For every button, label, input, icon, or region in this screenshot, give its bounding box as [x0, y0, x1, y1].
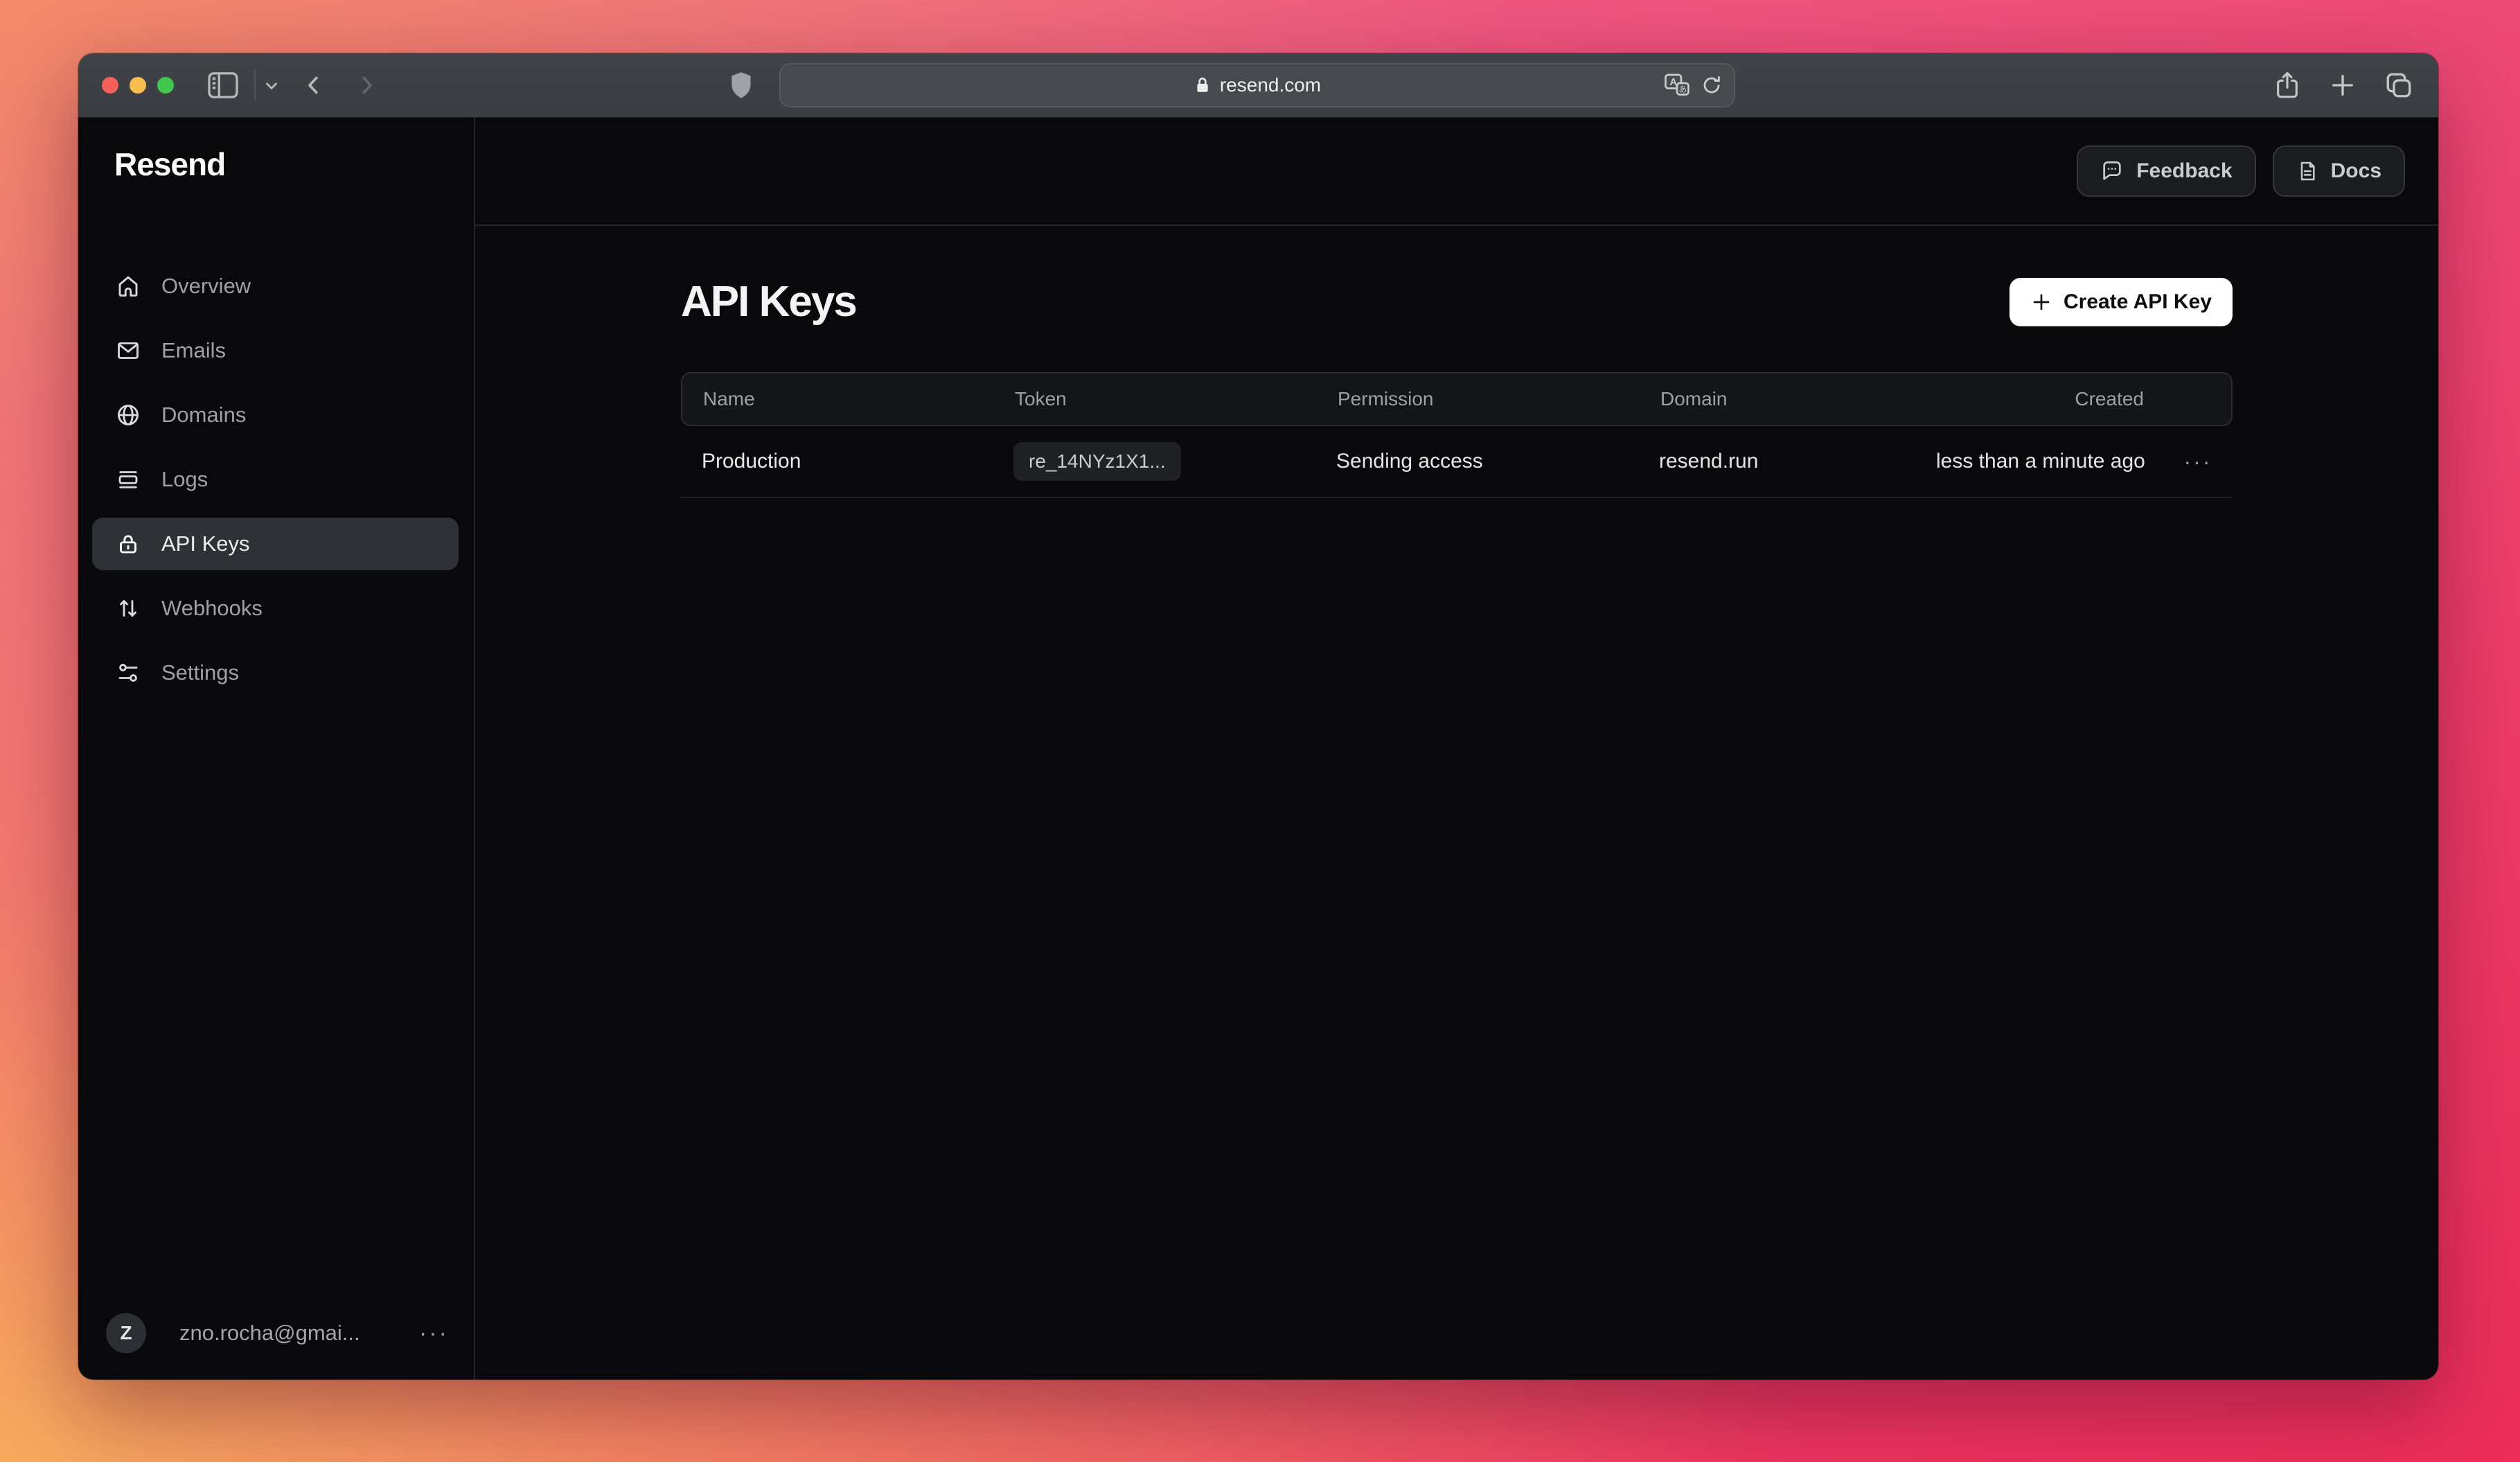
sidebar-nav: Overview Emails: [92, 260, 459, 711]
browser-toolbar: resend.com A あ: [78, 53, 2438, 118]
logs-icon: [116, 467, 141, 492]
sidebar-item-label: Webhooks: [161, 596, 263, 621]
user-email: zno.rocha@gmai...: [179, 1321, 360, 1346]
sidebar-item-label: Emails: [161, 338, 226, 363]
back-icon[interactable]: [301, 73, 326, 98]
cell-domain: resend.run: [1638, 450, 1936, 473]
safari-window: resend.com A あ: [78, 53, 2438, 1380]
address-bar-icons: A あ: [1663, 64, 1723, 106]
page-header: Feedback Docs: [475, 118, 2438, 226]
new-tab-icon[interactable]: [2329, 71, 2357, 99]
sliders-icon: [116, 660, 141, 685]
sidebar-item-settings[interactable]: Settings: [92, 646, 459, 699]
avatar: Z: [106, 1313, 146, 1353]
user-menu-ellipsis-icon[interactable]: ···: [419, 1320, 449, 1347]
sidebar-item-overview[interactable]: Overview: [92, 260, 459, 312]
user-account-row[interactable]: Z zno.rocha@gmai... ···: [106, 1313, 449, 1353]
column-header-created: Created: [1937, 388, 2165, 410]
zoom-window-button[interactable]: [157, 77, 174, 94]
toolbar-right-icons: [2273, 53, 2413, 117]
row-menu-ellipsis-icon[interactable]: ···: [2163, 449, 2233, 475]
sidebar-item-label: Overview: [161, 274, 251, 299]
cell-token: re_14NYz1X1...: [993, 442, 1315, 481]
speech-bubble-icon: [2100, 159, 2124, 183]
sidebar: Resend Overview: [78, 118, 475, 1380]
sidebar-item-logs[interactable]: Logs: [92, 453, 459, 506]
docs-button[interactable]: Docs: [2273, 146, 2405, 197]
page-title: API Keys: [681, 277, 856, 326]
page-content: API Keys Create API Key Name Token Permi…: [681, 226, 2233, 498]
sidebar-item-label: Logs: [161, 467, 208, 492]
sidebar-item-webhooks[interactable]: Webhooks: [92, 582, 459, 635]
mail-icon: [116, 338, 141, 363]
cell-name: Production: [681, 450, 993, 473]
sidebar-item-api-keys[interactable]: API Keys: [92, 518, 459, 570]
minimize-window-button[interactable]: [130, 77, 146, 94]
sidebar-item-label: Domains: [161, 403, 246, 428]
feedback-button[interactable]: Feedback: [2077, 146, 2255, 197]
title-row: API Keys Create API Key: [681, 277, 2233, 326]
api-keys-table: Name Token Permission Domain Created Pro…: [681, 372, 2233, 498]
privacy-shield-icon[interactable]: [729, 71, 753, 100]
avatar-initial: Z: [120, 1322, 132, 1344]
lock-icon: [1194, 76, 1212, 94]
table-row: Production re_14NYz1X1... Sending access…: [681, 426, 2233, 498]
token-chip[interactable]: re_14NYz1X1...: [1013, 442, 1181, 481]
sidebar-item-emails[interactable]: Emails: [92, 324, 459, 377]
docs-button-label: Docs: [2331, 159, 2381, 183]
feedback-button-label: Feedback: [2136, 159, 2232, 183]
resend-app: Resend Overview: [78, 118, 2438, 1380]
lock-icon: [116, 531, 141, 556]
sidebar-item-domains[interactable]: Domains: [92, 389, 459, 441]
home-icon: [116, 274, 141, 299]
chevron-down-icon[interactable]: [263, 76, 281, 94]
main-area: Feedback Docs API Keys: [475, 118, 2438, 1380]
window-controls: [102, 77, 174, 94]
translate-icon[interactable]: A あ: [1663, 73, 1691, 98]
url-text: resend.com: [1220, 74, 1321, 96]
create-api-key-button[interactable]: Create API Key: [2009, 278, 2233, 326]
close-window-button[interactable]: [102, 77, 118, 94]
cell-permission: Sending access: [1315, 450, 1638, 473]
globe-icon: [116, 403, 141, 428]
resend-logo: Resend: [114, 146, 474, 183]
sidebar-item-label: Settings: [161, 660, 239, 685]
table-header: Name Token Permission Domain Created: [681, 372, 2233, 426]
share-icon[interactable]: [2273, 70, 2301, 100]
tab-overview-icon[interactable]: [2384, 71, 2413, 100]
plus-icon: [2030, 291, 2052, 313]
column-header-token: Token: [994, 388, 1317, 410]
column-header-name: Name: [682, 388, 994, 410]
address-bar[interactable]: resend.com A あ: [779, 63, 1735, 107]
sidebar-item-label: API Keys: [161, 531, 250, 556]
arrows-up-down-icon: [116, 596, 141, 621]
cell-created: less than a minute ago: [1936, 450, 2163, 473]
column-header-domain: Domain: [1640, 388, 1937, 410]
forward-icon[interactable]: [354, 73, 379, 98]
create-api-key-label: Create API Key: [2064, 290, 2212, 314]
column-header-permission: Permission: [1317, 388, 1640, 410]
document-icon: [2296, 160, 2318, 182]
sidebar-toggle-icon[interactable]: [207, 71, 239, 99]
toolbar-divider: [254, 70, 256, 100]
svg-text:あ: あ: [1678, 85, 1687, 94]
reload-icon[interactable]: [1701, 74, 1723, 96]
